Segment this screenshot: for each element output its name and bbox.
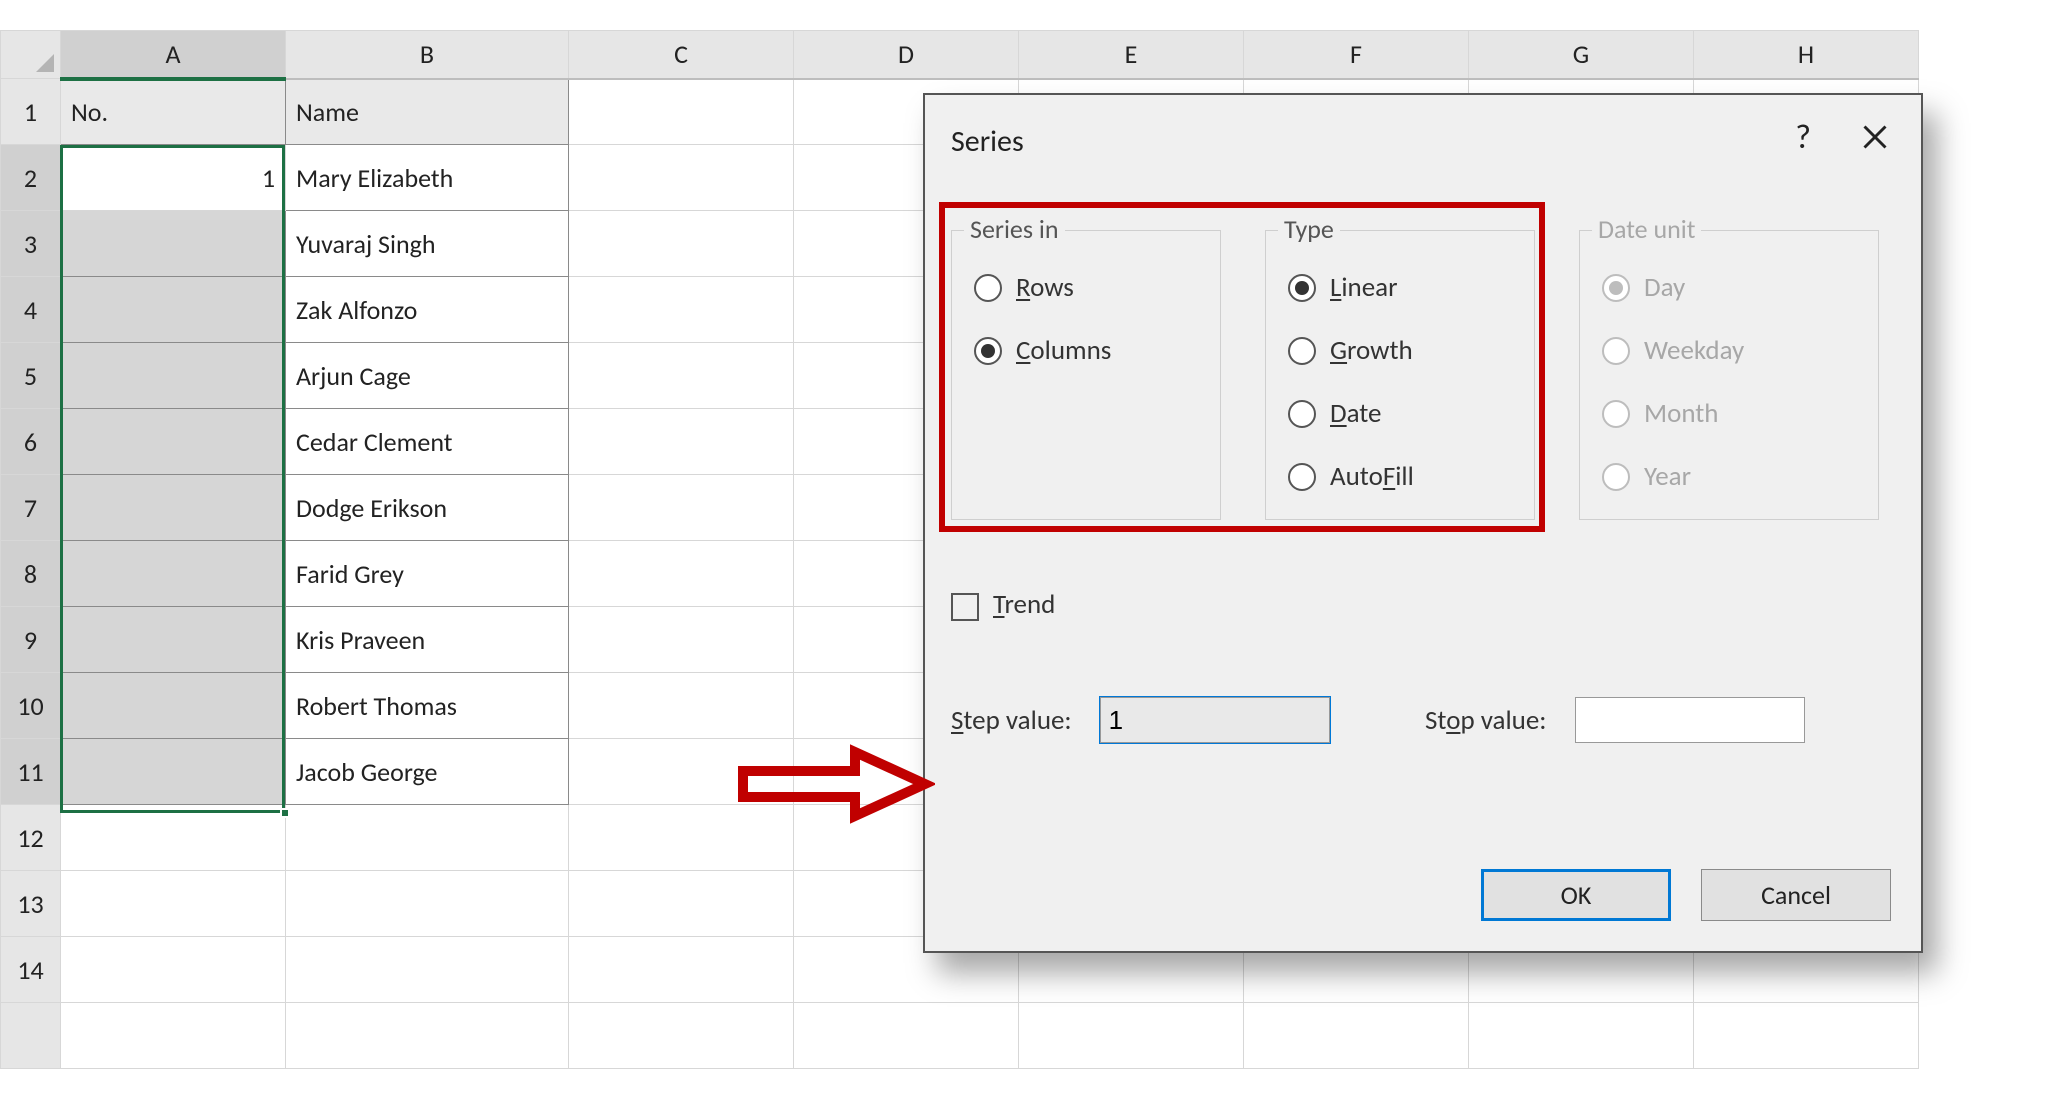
- col-header-f[interactable]: F: [1244, 31, 1469, 79]
- columns-radio[interactable]: Columns: [974, 334, 1198, 367]
- col-header-c[interactable]: C: [569, 31, 794, 79]
- col-header-d[interactable]: D: [794, 31, 1019, 79]
- cell-a3[interactable]: [61, 211, 286, 277]
- date-unit-legend: Date unit: [1592, 213, 1701, 245]
- cancel-button[interactable]: Cancel: [1701, 869, 1891, 921]
- series-dialog: Series ? Series in Rows Columns Type Lin…: [923, 93, 1923, 953]
- col-header-e[interactable]: E: [1019, 31, 1244, 79]
- year-radio: Year: [1602, 460, 1856, 493]
- trend-checkbox[interactable]: Trend: [951, 588, 1055, 621]
- cell-b1[interactable]: Name: [286, 79, 569, 145]
- row-header-2[interactable]: 2: [1, 145, 61, 211]
- close-icon: [1861, 123, 1889, 151]
- type-group: Type Linear Growth Date AutoFill: [1265, 230, 1535, 520]
- cell-b2[interactable]: Mary Elizabeth: [286, 145, 569, 211]
- date-radio[interactable]: Date: [1288, 397, 1512, 430]
- col-header-b[interactable]: B: [286, 31, 569, 79]
- help-button[interactable]: ?: [1795, 117, 1811, 158]
- arrow-annotation-icon: [735, 744, 935, 831]
- col-header-a[interactable]: A: [61, 31, 286, 79]
- step-value-label: Step value:: [951, 704, 1072, 737]
- col-header-g[interactable]: G: [1469, 31, 1694, 79]
- rows-radio[interactable]: Rows: [974, 271, 1198, 304]
- series-in-legend: Series in: [964, 213, 1065, 245]
- weekday-radio: Weekday: [1602, 334, 1856, 367]
- month-radio: Month: [1602, 397, 1856, 430]
- cell-a2[interactable]: 1: [61, 145, 286, 211]
- growth-radio[interactable]: Growth: [1288, 334, 1512, 367]
- linear-radio[interactable]: Linear: [1288, 271, 1512, 304]
- day-radio: Day: [1602, 271, 1856, 304]
- stop-value-input[interactable]: [1575, 697, 1805, 743]
- close-button[interactable]: [1855, 117, 1895, 157]
- stop-value-label: Stop value:: [1425, 704, 1547, 737]
- cell-b3[interactable]: Yuvaraj Singh: [286, 211, 569, 277]
- autofill-radio[interactable]: AutoFill: [1288, 460, 1512, 493]
- type-legend: Type: [1278, 213, 1340, 245]
- row-header-3[interactable]: 3: [1, 211, 61, 277]
- cell[interactable]: [569, 79, 794, 145]
- cell-a1[interactable]: No.: [61, 79, 286, 145]
- step-value-input[interactable]: [1100, 697, 1330, 743]
- date-unit-group: Date unit Day Weekday Month Year: [1579, 230, 1879, 520]
- dialog-title: Series: [951, 123, 1024, 160]
- row-header-1[interactable]: 1: [1, 79, 61, 145]
- select-all-triangle[interactable]: [1, 31, 61, 79]
- series-in-group: Series in Rows Columns: [951, 230, 1221, 520]
- ok-button[interactable]: OK: [1481, 869, 1671, 921]
- col-header-h[interactable]: H: [1694, 31, 1919, 79]
